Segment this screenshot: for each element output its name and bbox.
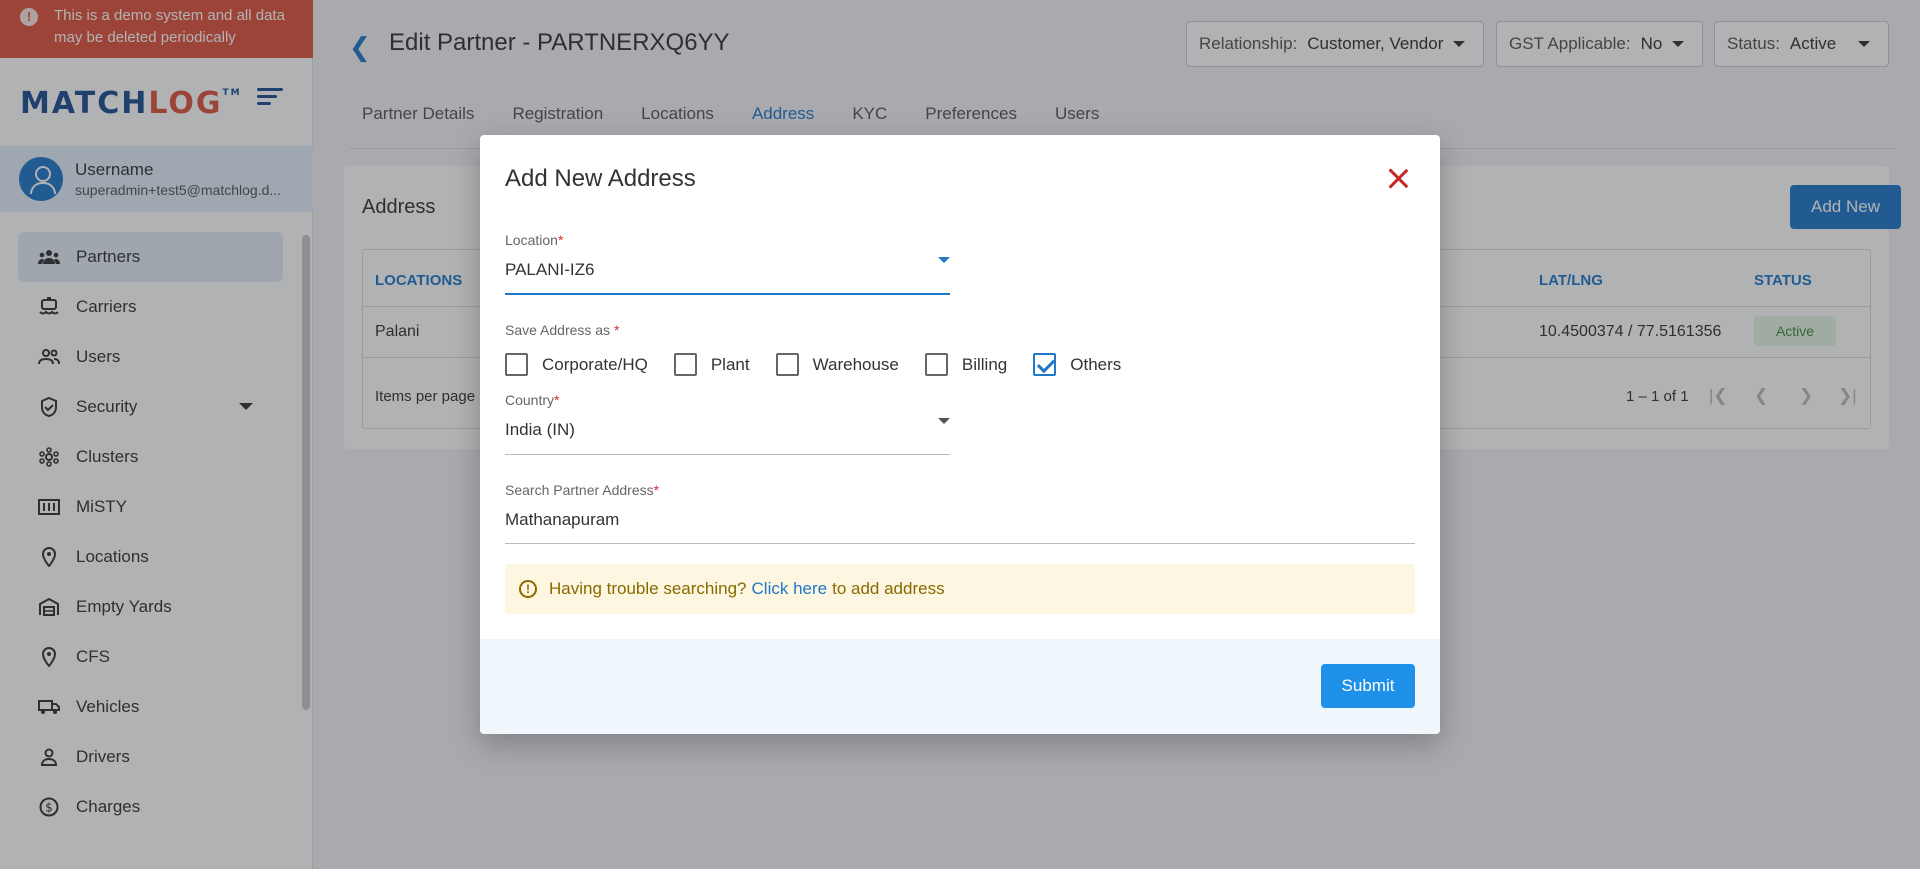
check-icon[interactable] [1033, 353, 1057, 376]
checkbox-corporate-hq[interactable]: Corporate/HQ [505, 353, 648, 376]
location-select[interactable]: PALANI-IZ6 [505, 260, 594, 280]
checkbox-box[interactable] [775, 353, 799, 376]
location-underline [505, 293, 950, 295]
checkbox-warehouse[interactable]: Warehouse [775, 353, 899, 376]
country-label: Country* [505, 392, 560, 408]
country-underline [505, 454, 950, 455]
checkbox-others[interactable]: Others [1033, 353, 1121, 376]
close-icon[interactable] [1385, 165, 1411, 191]
checkbox-box[interactable] [505, 353, 528, 376]
search-address-label: Search Partner Address* [505, 482, 660, 498]
search-address-underline [505, 543, 1415, 544]
checkbox-billing[interactable]: Billing [924, 353, 1007, 376]
address-type-group: Corporate/HQ Plant Warehouse Billing Oth… [505, 353, 1147, 376]
checkbox-box[interactable] [924, 353, 948, 376]
warning-icon: ! [519, 580, 537, 598]
chevron-down-icon[interactable] [938, 418, 950, 424]
add-address-dialog: Add New Address Location* PALANI-IZ6 Sav… [480, 135, 1440, 734]
dialog-footer: Submit [480, 639, 1440, 734]
checkbox-plant[interactable]: Plant [673, 353, 750, 376]
submit-button[interactable]: Submit [1321, 664, 1415, 708]
search-hint-box: ! Having trouble searching? Click here t… [505, 564, 1415, 614]
click-here-link[interactable]: Click here [752, 579, 828, 599]
location-label: Location* [505, 232, 564, 248]
dialog-title: Add New Address [505, 165, 696, 192]
chevron-down-icon[interactable] [938, 257, 950, 263]
checkbox-box[interactable] [673, 353, 697, 376]
search-address-input[interactable]: Mathanapuram [505, 510, 619, 530]
save-address-as-label: Save Address as * [505, 322, 620, 338]
country-select[interactable]: India (IN) [505, 420, 575, 440]
